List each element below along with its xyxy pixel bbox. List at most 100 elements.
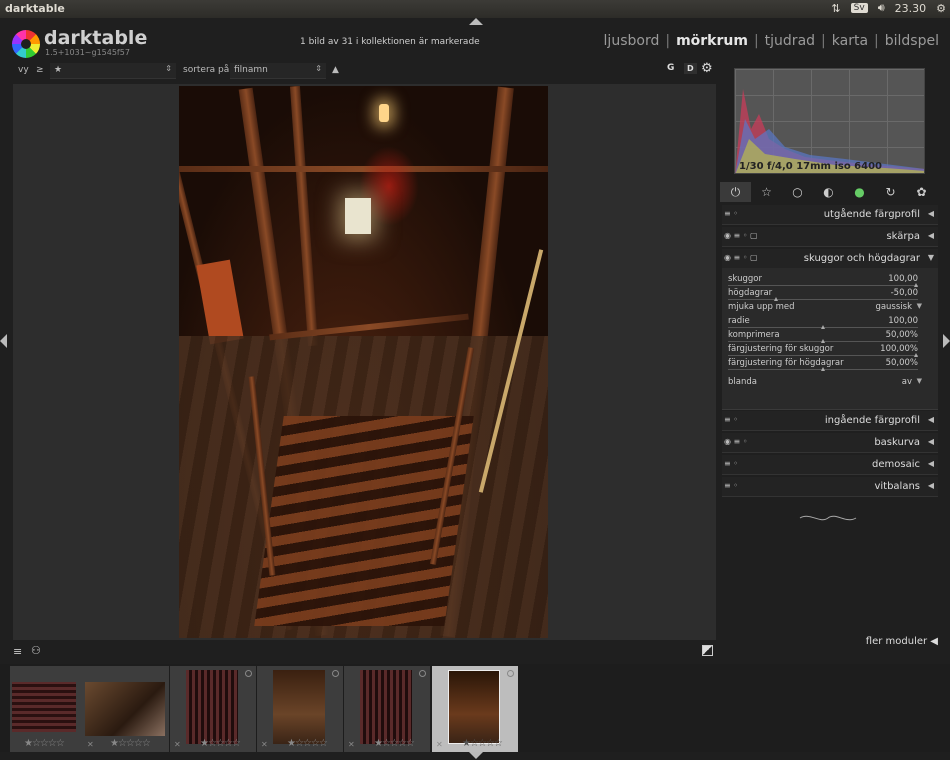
rating-stars[interactable]: ★☆☆☆☆ bbox=[24, 738, 65, 749]
slider-shadow-color-adjust[interactable]: färgjustering för skuggor 100,00% bbox=[728, 344, 918, 358]
module-label: baskurva bbox=[874, 437, 920, 448]
slider-highlights[interactable]: högdagrar -50,00 bbox=[728, 288, 918, 302]
collapse-triangle-icon[interactable]: ◀ bbox=[928, 481, 934, 490]
favorites-group-star-icon[interactable]: ☆ bbox=[751, 185, 782, 199]
module-sharpen[interactable]: ◉ ≡ ◦ ▢ skärpa ◀ bbox=[722, 227, 938, 247]
slider-value: 100,00% bbox=[880, 344, 918, 354]
module-icons[interactable]: ◉ ≡ ◦ bbox=[724, 437, 748, 446]
view-slideshow[interactable]: bildspel bbox=[885, 33, 939, 49]
menu-icon[interactable]: ≡ bbox=[13, 645, 22, 658]
rating-stars[interactable]: ★☆☆☆☆ bbox=[200, 738, 241, 749]
module-icons[interactable]: ≡ ◦ bbox=[724, 209, 738, 218]
tone-group-icon[interactable]: ◐ bbox=[813, 185, 844, 199]
select-soften-with[interactable]: mjuka upp med gaussisk ▼ bbox=[728, 302, 922, 316]
reject-icon[interactable]: ✕ bbox=[261, 740, 268, 749]
view-label: vy bbox=[18, 65, 29, 75]
select-value: av bbox=[901, 377, 912, 387]
collapse-triangle-icon[interactable]: ◀ bbox=[928, 437, 934, 446]
view-separator: | bbox=[821, 33, 826, 49]
keyboard-layout-indicator[interactable]: Sv bbox=[850, 3, 868, 13]
view-lighttable[interactable]: ljusbord bbox=[604, 33, 660, 49]
module-icons[interactable]: ≡ ◦ bbox=[724, 459, 738, 468]
filmstrip-thumb[interactable]: ✕ ★☆☆☆☆ bbox=[83, 666, 169, 752]
module-label: ingående färgprofil bbox=[824, 415, 920, 426]
slider-label: skuggor bbox=[728, 274, 762, 284]
module-input-color-profile[interactable]: ≡ ◦ ingående färgprofil ◀ bbox=[722, 411, 938, 431]
module-icons[interactable]: ◉ ≡ ◦ ▢ bbox=[724, 231, 758, 240]
volume-icon[interactable]: 🔊︎ bbox=[878, 1, 885, 15]
clock[interactable]: 23.30 bbox=[895, 2, 927, 15]
reject-icon[interactable]: ✕ bbox=[348, 740, 355, 749]
collapse-triangle-icon[interactable]: ◀ bbox=[928, 415, 934, 424]
slider-shadows[interactable]: skuggor 100,00 bbox=[728, 274, 918, 288]
collapse-triangle-icon[interactable]: ◀ bbox=[928, 231, 934, 240]
altered-indicator-icon bbox=[332, 670, 339, 677]
sort-label: sortera på bbox=[183, 65, 230, 75]
rating-filter-select[interactable]: ★ ⇕ bbox=[50, 63, 176, 79]
module-output-color-profile[interactable]: ≡ ◦ utgående färgprofil ◀ bbox=[722, 205, 938, 225]
collapse-left-arrow-icon[interactable] bbox=[0, 334, 7, 348]
module-icons[interactable]: ≡ ◦ bbox=[724, 481, 738, 490]
filmstrip-thumb[interactable]: ✕ ★☆☆☆☆ bbox=[257, 666, 343, 752]
slider-label: färgjustering för skuggor bbox=[728, 344, 834, 354]
view-darkroom[interactable]: mörkrum bbox=[676, 33, 748, 49]
comparator-select[interactable]: ≥ bbox=[36, 65, 44, 75]
module-base-curve[interactable]: ◉ ≡ ◦ baskurva ◀ bbox=[722, 433, 938, 453]
slider-compress[interactable]: komprimera 50,00% bbox=[728, 330, 918, 344]
active-modules-group-power-icon[interactable]: ⏻ bbox=[720, 182, 751, 202]
module-shadows-highlights[interactable]: ◉ ≡ ◦ ▢ skuggor och högdagrar ▼ bbox=[722, 249, 938, 269]
reject-icon[interactable]: ✕ bbox=[87, 740, 94, 749]
grouping-button[interactable]: G bbox=[667, 63, 674, 73]
slider-highlight-color-adjust[interactable]: färgjustering för högdagrar 50,00% bbox=[728, 358, 918, 372]
correct-group-icon[interactable]: ↻ bbox=[875, 185, 906, 199]
gear-icon[interactable]: ⚙ bbox=[936, 2, 946, 15]
reject-icon[interactable]: ✕ bbox=[174, 740, 181, 749]
sort-select[interactable]: filnamn ⇕ bbox=[230, 63, 326, 79]
color-group-icon[interactable]: ● bbox=[844, 185, 875, 199]
select-blend[interactable]: blanda av ▼ bbox=[728, 377, 922, 391]
module-demosaic[interactable]: ≡ ◦ demosaic ◀ bbox=[722, 455, 938, 475]
rating-stars[interactable]: ★☆☆☆☆ bbox=[110, 738, 151, 749]
bottom-toolbar: ≡ ⚇ bbox=[0, 640, 716, 664]
more-modules-button[interactable]: fler moduler ◀ bbox=[866, 636, 938, 647]
sort-direction-button[interactable]: ▲ bbox=[332, 65, 339, 75]
filmstrip-thumb[interactable]: ✕ ★☆☆☆☆ bbox=[170, 666, 256, 752]
view-map[interactable]: karta bbox=[832, 33, 868, 49]
center-image-view[interactable] bbox=[13, 84, 716, 640]
main-photo[interactable] bbox=[179, 86, 548, 638]
network-icon[interactable]: ⇅ bbox=[831, 2, 840, 15]
module-icons[interactable]: ≡ ◦ bbox=[724, 415, 738, 424]
expanded-triangle-icon[interactable]: ▼ bbox=[928, 253, 934, 262]
select-value: gaussisk bbox=[875, 302, 912, 312]
module-label: skuggor och högdagrar bbox=[803, 253, 920, 264]
view-separator: | bbox=[874, 33, 879, 49]
filmstrip-thumb-current[interactable]: ✕ ★☆☆☆☆ bbox=[432, 666, 518, 752]
effect-group-icon[interactable]: ✿ bbox=[906, 185, 937, 199]
dropdown-caret-icon: ▼ bbox=[916, 377, 922, 385]
select-label: blanda bbox=[728, 377, 757, 387]
collection-info: 1 bild av 31 i kollektionen är markerade bbox=[300, 37, 480, 47]
filmstrip-thumb[interactable]: ✕ ★☆☆☆☆ bbox=[344, 666, 430, 752]
sort-value: filnamn bbox=[234, 65, 268, 75]
preferences-gear-icon[interactable]: ⚙ bbox=[701, 61, 713, 76]
histogram[interactable]: 1/30 f/4,0 17mm iso 6400 bbox=[734, 68, 925, 174]
rating-stars[interactable]: ★☆☆☆☆ bbox=[287, 738, 328, 749]
collapse-right-arrow-icon[interactable] bbox=[943, 334, 950, 348]
collapse-top-arrow-icon[interactable] bbox=[469, 18, 483, 25]
styles-icon[interactable]: ⚇ bbox=[31, 644, 41, 657]
rating-stars[interactable]: ★☆☆☆☆ bbox=[462, 738, 503, 749]
module-white-balance[interactable]: ≡ ◦ vitbalans ◀ bbox=[722, 477, 938, 497]
basic-group-circle-icon[interactable]: ○ bbox=[782, 185, 813, 199]
slider-radius[interactable]: radie 100,00 bbox=[728, 316, 918, 330]
collapse-bottom-arrow-icon[interactable] bbox=[469, 752, 483, 759]
collapse-triangle-icon[interactable]: ◀ bbox=[928, 459, 934, 468]
view-tethering[interactable]: tjudrad bbox=[765, 33, 815, 49]
filmstrip[interactable]: ★☆☆☆☆ ✕ ★☆☆☆☆ ✕ ★☆☆☆☆ ✕ ★☆☆☆☆ ✕ ★☆☆☆☆ ✕ bbox=[0, 664, 950, 752]
module-icons[interactable]: ◉ ≡ ◦ ▢ bbox=[724, 253, 758, 262]
collapse-triangle-icon[interactable]: ◀ bbox=[928, 209, 934, 218]
rating-stars[interactable]: ★☆☆☆☆ bbox=[374, 738, 415, 749]
module-label: skärpa bbox=[886, 231, 920, 242]
reject-icon[interactable]: ✕ bbox=[436, 740, 443, 749]
display-profile-icon[interactable] bbox=[702, 645, 713, 656]
overlay-button[interactable]: D bbox=[684, 63, 697, 74]
